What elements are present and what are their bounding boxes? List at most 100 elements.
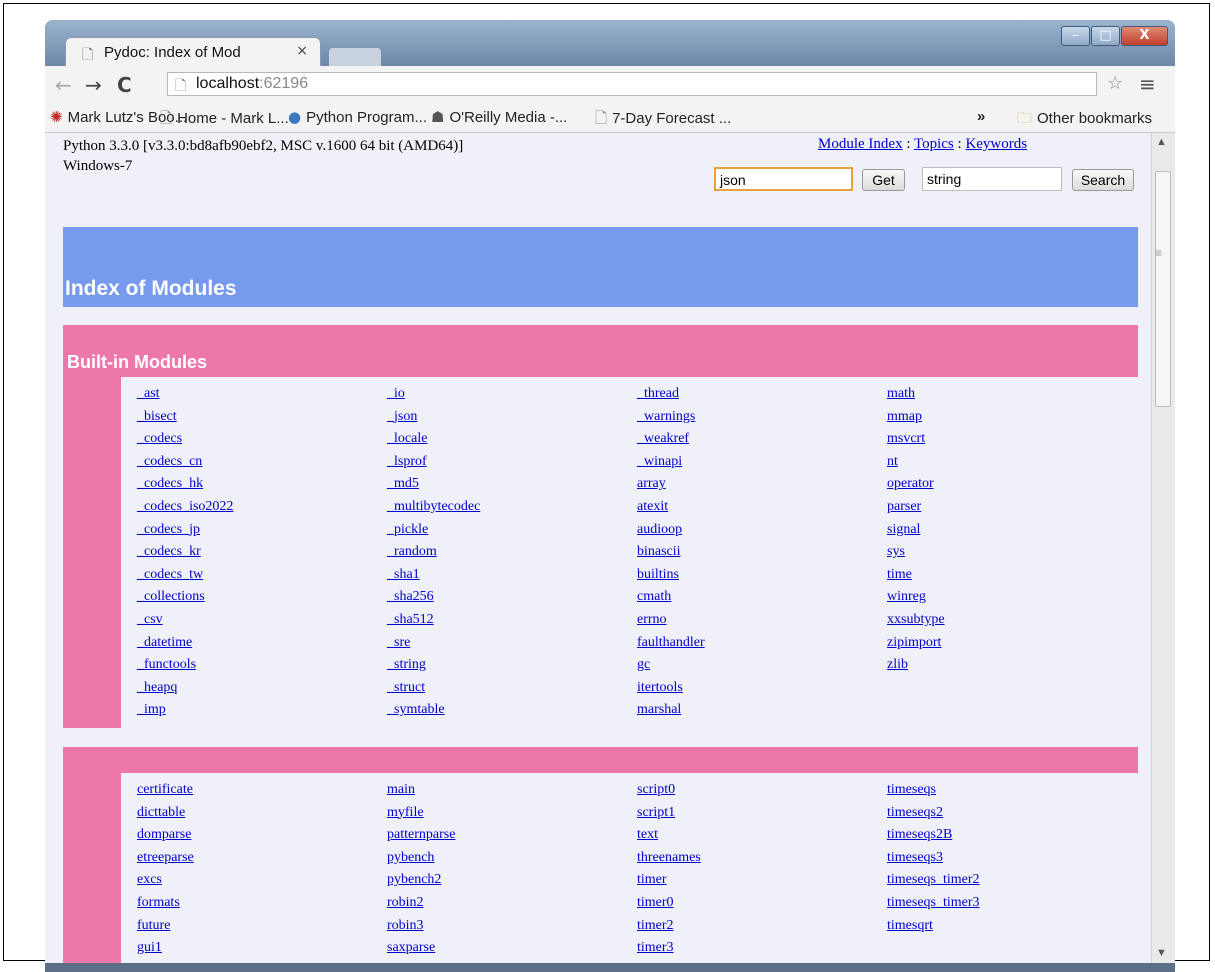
module-link[interactable]: domparse [137, 824, 194, 847]
module-link[interactable]: signal [887, 519, 945, 542]
module-link[interactable]: _sha512 [387, 609, 480, 632]
module-link[interactable]: gui1 [137, 937, 194, 960]
module-link[interactable]: _imp [137, 699, 233, 722]
module-link[interactable]: atexit [637, 496, 705, 519]
module-link[interactable]: array [637, 473, 705, 496]
module-link[interactable]: robin3 [387, 915, 455, 938]
module-index-link[interactable]: Module Index [818, 136, 903, 152]
get-module-input[interactable]: json [714, 167, 853, 191]
module-link[interactable]: zlib [887, 654, 945, 677]
module-link[interactable]: _multibytecodec [387, 496, 480, 519]
module-link[interactable]: _bisect [137, 406, 233, 429]
module-link[interactable]: timeseqs2 [887, 802, 980, 825]
module-link[interactable]: myfile [387, 802, 455, 825]
module-link[interactable]: timeseqs2B [887, 824, 980, 847]
module-link[interactable]: marshal [637, 699, 705, 722]
module-link[interactable]: zipimport [887, 632, 945, 655]
vertical-scrollbar[interactable]: ▲ ≡ ▼ [1151, 133, 1175, 963]
module-link[interactable]: timer0 [637, 892, 701, 915]
search-input[interactable]: string [922, 167, 1062, 191]
scroll-down-arrow-icon[interactable]: ▼ [1156, 947, 1167, 959]
module-link[interactable]: threenames [637, 847, 701, 870]
bookmark-item[interactable]: ● Python Program... [288, 108, 427, 126]
scrollbar-thumb[interactable] [1155, 171, 1171, 407]
module-link[interactable]: _ast [137, 383, 233, 406]
module-link[interactable]: nt [887, 451, 945, 474]
module-link[interactable]: time [887, 564, 945, 587]
scroll-up-arrow-icon[interactable]: ▲ [1156, 136, 1167, 148]
close-window-button[interactable]: X [1121, 26, 1168, 46]
module-link[interactable]: _symtable [387, 699, 480, 722]
module-link[interactable]: script0 [637, 779, 701, 802]
module-link[interactable]: winreg [887, 586, 945, 609]
module-link[interactable]: _locale [387, 428, 480, 451]
minimize-button[interactable]: – [1061, 26, 1090, 46]
module-link[interactable]: future [137, 915, 194, 938]
module-link[interactable]: sys [887, 541, 945, 564]
module-link[interactable]: msvcrt [887, 428, 945, 451]
new-tab-button[interactable] [329, 48, 381, 66]
module-link[interactable]: _string [387, 654, 480, 677]
maximize-button[interactable]: □ [1091, 26, 1120, 46]
address-bar[interactable]: 🗋 localhost:62196 [167, 72, 1097, 96]
keywords-link[interactable]: Keywords [965, 136, 1027, 152]
module-link[interactable]: formats [137, 892, 194, 915]
module-link[interactable]: audioop [637, 519, 705, 542]
module-link[interactable]: mmap [887, 406, 945, 429]
back-arrow-icon[interactable]: ← [55, 73, 72, 97]
module-link[interactable]: binascii [637, 541, 705, 564]
module-link[interactable]: xxsubtype [887, 609, 945, 632]
module-link[interactable]: excs [137, 869, 194, 892]
module-link[interactable]: saxparse [387, 937, 455, 960]
module-link[interactable]: pybench [387, 847, 455, 870]
module-link[interactable]: _json [387, 406, 480, 429]
bookmarks-overflow-icon[interactable]: » [977, 108, 985, 125]
reload-icon[interactable]: C [117, 73, 132, 97]
module-link[interactable]: parser [887, 496, 945, 519]
module-link[interactable]: _thread [637, 383, 705, 406]
module-link[interactable]: _codecs_iso2022 [137, 496, 233, 519]
module-link[interactable]: _codecs [137, 428, 233, 451]
search-button[interactable]: Search [1072, 169, 1134, 191]
bookmark-item[interactable]: ☗ O'Reilly Media -... [431, 108, 567, 126]
module-link[interactable]: _codecs_jp [137, 519, 233, 542]
module-link[interactable]: timer [637, 869, 701, 892]
menu-icon[interactable]: ≡ [1139, 72, 1156, 96]
module-link[interactable]: timesqrt [887, 915, 980, 938]
module-link[interactable]: dicttable [137, 802, 194, 825]
bookmark-item[interactable]: 🗋 Home - Mark L... [160, 108, 289, 133]
module-link[interactable]: timer3 [637, 937, 701, 960]
module-link[interactable]: builtins [637, 564, 705, 587]
module-link[interactable]: _functools [137, 654, 233, 677]
module-link[interactable]: certificate [137, 779, 194, 802]
module-link[interactable]: _codecs_hk [137, 473, 233, 496]
module-link[interactable]: math [887, 383, 945, 406]
module-link[interactable]: timer2 [637, 915, 701, 938]
module-link[interactable]: _md5 [387, 473, 480, 496]
module-link[interactable]: gc [637, 654, 705, 677]
forward-arrow-icon[interactable]: → [85, 73, 102, 97]
module-link[interactable]: _heapq [137, 677, 233, 700]
module-link[interactable]: _sre [387, 632, 480, 655]
module-link[interactable]: patternparse [387, 824, 455, 847]
module-link[interactable]: _sha256 [387, 586, 480, 609]
bookmark-item[interactable]: 🗋 7-Day Forecast ... [595, 108, 731, 133]
module-link[interactable]: operator [887, 473, 945, 496]
module-link[interactable]: pybench2 [387, 869, 455, 892]
module-link[interactable]: _datetime [137, 632, 233, 655]
module-link[interactable]: _weakref [637, 428, 705, 451]
module-link[interactable]: main [387, 779, 455, 802]
module-link[interactable]: timeseqs_timer3 [887, 892, 980, 915]
module-link[interactable]: _warnings [637, 406, 705, 429]
module-link[interactable]: timeseqs [887, 779, 980, 802]
module-link[interactable]: _codecs_kr [137, 541, 233, 564]
module-link[interactable]: timeseqs_timer2 [887, 869, 980, 892]
topics-link[interactable]: Topics [914, 136, 954, 152]
module-link[interactable]: _pickle [387, 519, 480, 542]
module-link[interactable]: timeseqs3 [887, 847, 980, 870]
module-link[interactable]: _random [387, 541, 480, 564]
tab-close-icon[interactable]: × [296, 43, 308, 59]
module-link[interactable]: robin2 [387, 892, 455, 915]
module-link[interactable]: _sha1 [387, 564, 480, 587]
module-link[interactable]: _codecs_tw [137, 564, 233, 587]
